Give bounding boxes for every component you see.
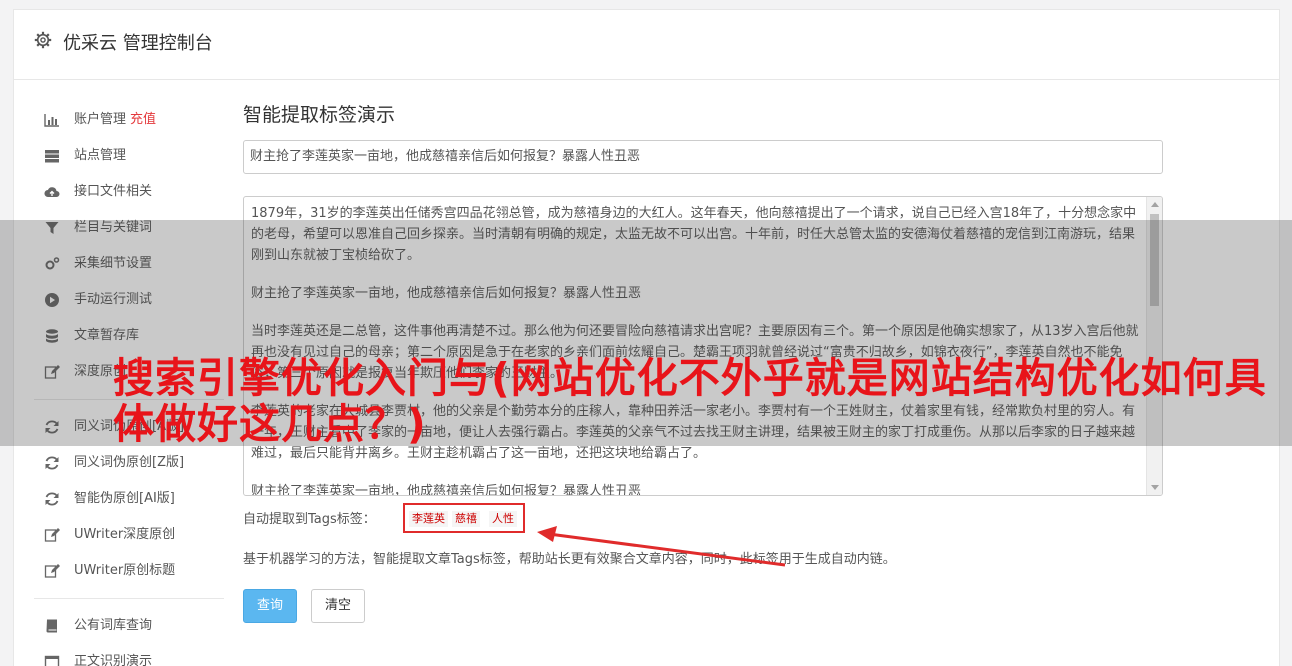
tags-highlight-box: 李莲英 慈禧 人性 — [403, 503, 525, 533]
tag-item[interactable]: 李莲英 — [409, 511, 448, 527]
scroll-down-arrow-icon[interactable] — [1151, 485, 1159, 490]
overlay-headline: 搜索引擎优化入门与(网站优化不外乎就是网站结构优化如何具体做好这几点？) — [113, 354, 1267, 448]
query-button[interactable]: 查询 — [243, 589, 297, 623]
sidebar-item-text-recognition[interactable]: 正文识别演示 — [34, 644, 224, 666]
sidebar-item-account[interactable]: 账户管理 充值 — [34, 102, 224, 138]
sidebar-item-public-lexicon[interactable]: 公有词库查询 — [34, 608, 224, 644]
sidebar-item-label: 智能伪原创[AI版] — [74, 491, 175, 506]
tags-label: 自动提取到Tags标签： — [243, 512, 376, 527]
article-title-input[interactable]: 财主抢了李莲英家一亩地，他成慈禧亲信后如何报复？暴露人性丑恶 — [243, 140, 1163, 174]
sidebar-divider — [34, 598, 224, 599]
tag-item[interactable]: 慈禧 — [452, 511, 480, 527]
recharge-link[interactable]: 充值 — [130, 112, 156, 127]
refresh-icon — [45, 492, 59, 506]
page-header: 优采云 管理控制台 — [14, 10, 1279, 80]
sidebar-item-label: 站点管理 — [74, 148, 127, 163]
tag-item[interactable]: 人性 — [489, 511, 517, 527]
sidebar-item-label: 公有词库查询 — [74, 618, 153, 633]
sidebar-item-synonym-z[interactable]: 同义词伪原创[Z版] — [34, 445, 224, 481]
edit-icon — [44, 528, 60, 542]
clear-button[interactable]: 清空 — [311, 589, 365, 623]
sidebar-item-label: 正文识别演示 — [74, 654, 153, 666]
edit-icon — [44, 564, 60, 578]
main-content: 智能提取标签演示 财主抢了李莲英家一亩地，他成慈禧亲信后如何报复？暴露人性丑恶 … — [243, 100, 1164, 623]
sidebar-item-label: 接口文件相关 — [74, 184, 153, 199]
sidebar-item-ai-rewrite[interactable]: 智能伪原创[AI版] — [34, 481, 224, 517]
scroll-up-arrow-icon[interactable] — [1151, 202, 1159, 207]
page-title: 优采云 管理控制台 — [63, 33, 213, 54]
body-paragraph: 财主抢了李莲英家一亩地，他成慈禧亲信后如何报复？暴露人性丑恶 — [251, 484, 642, 495]
sidebar-item-label: UWriter深度原创 — [74, 527, 176, 542]
sidebar-item-sites[interactable]: 站点管理 — [34, 138, 224, 174]
bar-chart-icon — [44, 114, 59, 127]
section-heading: 智能提取标签演示 — [243, 104, 396, 126]
cloud-upload-icon — [44, 187, 60, 198]
window-icon — [44, 655, 60, 666]
refresh-icon — [45, 456, 59, 470]
gear-icon — [34, 31, 52, 49]
annotation-arrow-icon — [537, 526, 786, 567]
book-icon — [46, 619, 57, 633]
server-icon — [45, 150, 59, 163]
sidebar-item-uwriter-deep[interactable]: UWriter深度原创 — [34, 517, 224, 553]
sidebar-item-api-files[interactable]: 接口文件相关 — [34, 174, 224, 210]
sidebar-item-label: 账户管理 — [74, 112, 127, 127]
sidebar-item-label: UWriter原创标题 — [74, 563, 176, 578]
sidebar-item-uwriter-title[interactable]: UWriter原创标题 — [34, 553, 224, 589]
sidebar-item-label: 同义词伪原创[Z版] — [74, 455, 185, 470]
tags-row: 自动提取到Tags标签： 李莲英 慈禧 人性 — [243, 503, 525, 533]
